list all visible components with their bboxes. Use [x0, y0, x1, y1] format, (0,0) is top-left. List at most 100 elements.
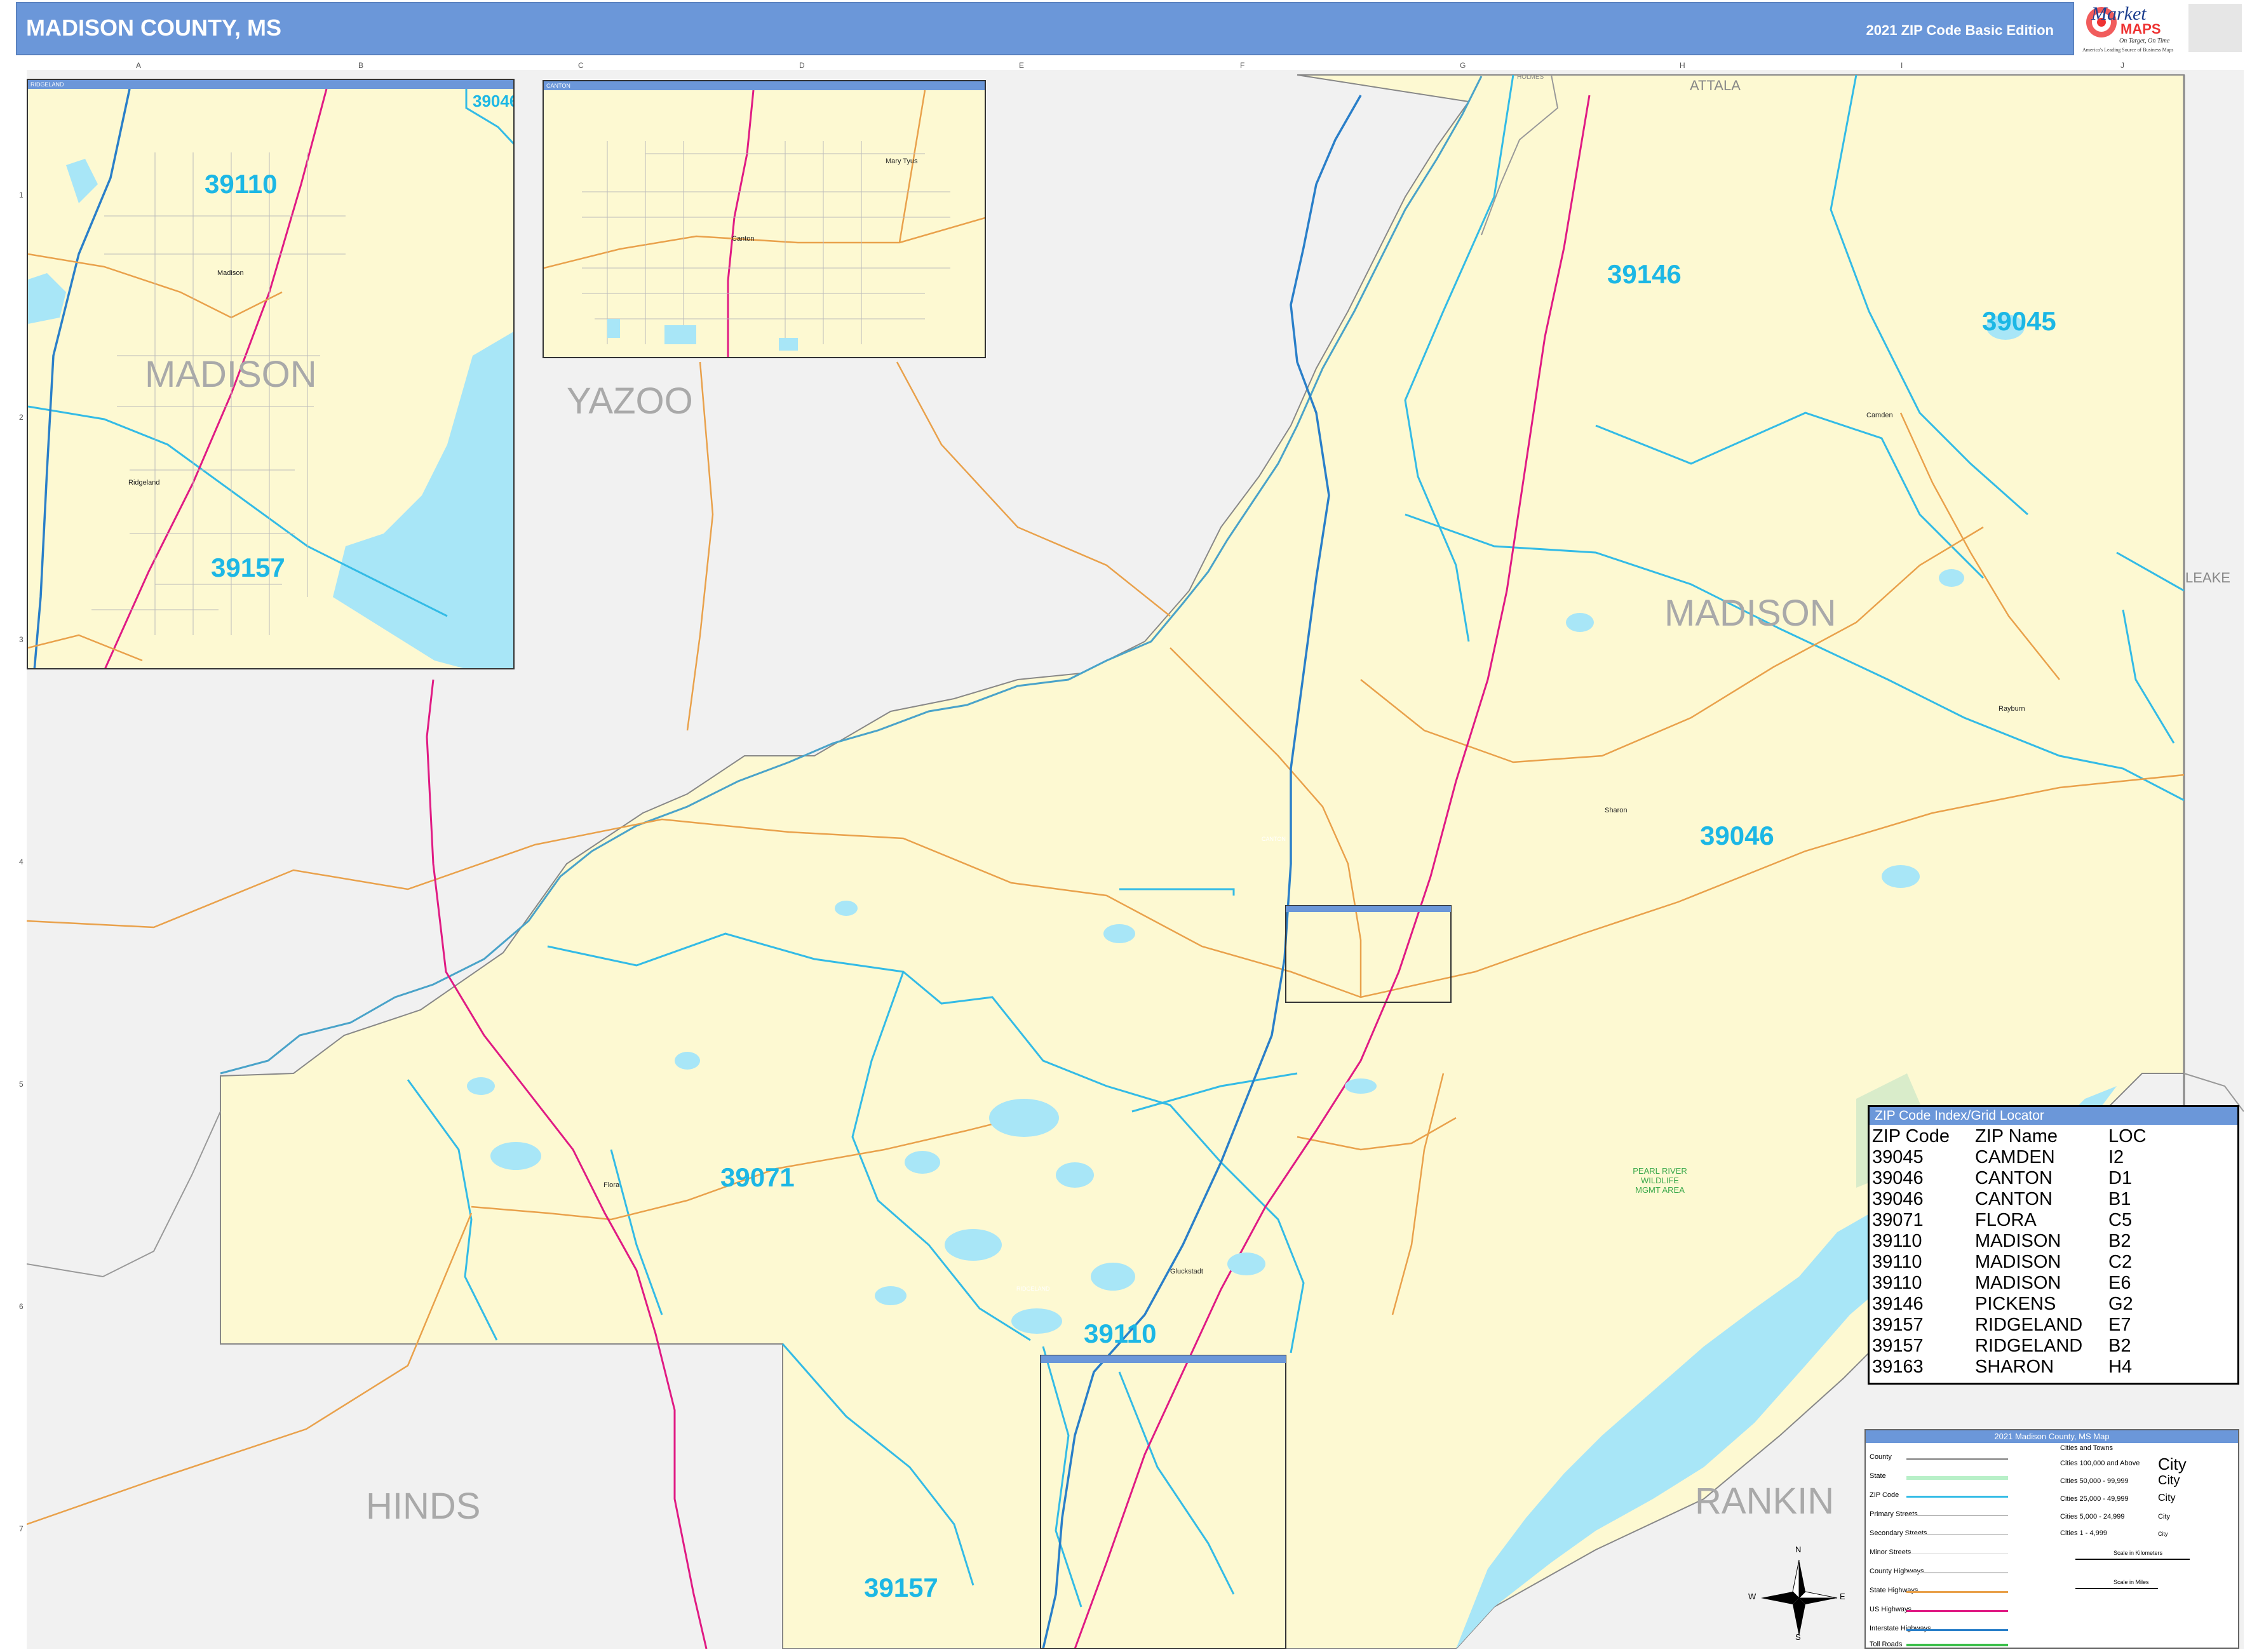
inset-zip-39110: 39110: [205, 169, 278, 199]
legend-city-sample: City: [2158, 1531, 2168, 1537]
inset-zip-39046: 39046: [473, 91, 515, 111]
zip-label-39146: 39146: [1607, 259, 1682, 289]
zip-index-header: ZIP Code ZIP Name LOC: [1872, 1126, 2147, 1147]
legend-title: 2021 Madison County, MS Map: [1866, 1430, 2238, 1443]
grid-row: 1: [19, 191, 24, 199]
table-row: 39045 CAMDEN I2: [1872, 1147, 2124, 1167]
inset-ridgeland: RIDGELAND 39110 39157 39046 MADISON Madi…: [27, 79, 515, 669]
table-row: 39071 FLORA C5: [1872, 1210, 2133, 1230]
table-row: 39110 MADISON E6: [1872, 1273, 2131, 1293]
legend-item: State: [1870, 1472, 1886, 1480]
header-bar: MADISON COUNTY, MS 2021 ZIP Code Basic E…: [16, 2, 2074, 55]
legend-item: Interstate Highways: [1870, 1625, 1931, 1632]
compass-w: W: [1748, 1592, 1756, 1601]
inset-reservoir: [333, 332, 513, 668]
table-row: 39157 RIDGELAND E7: [1872, 1315, 2131, 1335]
ridgeland-box-label: RIDGELAND: [1016, 1286, 1050, 1292]
table-row: 39157 RIDGELAND B2: [1872, 1336, 2131, 1356]
svg-text:On Target, On Time: On Target, On Time: [2119, 37, 2170, 44]
legend-city-range: Cities 100,000 and Above: [2060, 1460, 2140, 1467]
legend-item: County: [1870, 1453, 1892, 1461]
inset-place-canton: Canton: [732, 235, 755, 243]
table-row: 39110 MADISON C2: [1872, 1252, 2133, 1272]
neighbor-label-attala: ATTALA: [1690, 77, 1741, 93]
inset-county-madison: MADISON: [145, 354, 317, 395]
logo-contact-box: [2188, 4, 2242, 52]
grid-col: C: [578, 61, 584, 70]
legend-scale-mi: Scale in Miles: [2114, 1579, 2149, 1585]
grid-row: 5: [19, 1080, 24, 1089]
grid-left: 1 2 3 4 5 6 7: [19, 70, 27, 1649]
inset-place-ridgeland: Ridgeland: [128, 479, 160, 487]
zip-label-39157: 39157: [864, 1573, 938, 1602]
legend-item: Toll Roads: [1870, 1641, 1903, 1648]
legend-item: Minor Streets: [1870, 1548, 1911, 1556]
zip-label-39071: 39071: [720, 1162, 795, 1192]
zip-index-table: ZIP Code Index/Grid Locator ZIP Code ZIP…: [1868, 1105, 2239, 1385]
header-zip: ZIP Code: [1872, 1126, 1950, 1146]
compass-s: S: [1795, 1632, 1801, 1642]
market-maps-logo: Market MAPS On Target, On Time America's…: [2076, 2, 2184, 55]
neighbor-label-rankin: RANKIN: [1695, 1481, 1835, 1522]
canton-box-label: CANTON: [1262, 836, 1286, 842]
zip-index-grid: ZIP Code ZIP Name LOC 39045 CAMDEN I2 3904…: [1872, 1126, 2147, 1378]
grid-col: F: [1240, 61, 1245, 70]
legend-item: US Highways: [1870, 1606, 1912, 1613]
grid-row: 4: [19, 857, 24, 866]
legend-item: ZIP Code: [1870, 1491, 1899, 1499]
place-camden: Camden: [1866, 412, 1893, 419]
edition-label: 2021 ZIP Code Basic Edition: [1866, 22, 2054, 38]
legend-city-range: Cities 25,000 - 49,999: [2060, 1495, 2129, 1503]
compass-e: E: [1840, 1592, 1845, 1601]
zip-index-title: ZIP Code Index/Grid Locator: [1870, 1107, 2237, 1125]
header-loc: LOC: [2108, 1126, 2147, 1146]
legend-item: Primary Streets: [1870, 1510, 1918, 1518]
grid-row: 6: [19, 1302, 24, 1311]
grid-col: H: [1680, 61, 1685, 70]
svg-text:MAPS: MAPS: [2120, 21, 2161, 37]
inset-ridgeland-titlebar: RIDGELAND: [28, 80, 513, 89]
pearl-river-wma: PEARL RIVER WILDLIFE MGMT AREA: [1633, 1166, 1687, 1195]
grid-col: A: [136, 61, 142, 70]
place-sharon: Sharon: [1605, 807, 1628, 814]
compass-n: N: [1795, 1545, 1802, 1554]
neighbor-label-leake: LEAKE: [2185, 570, 2230, 586]
legend-city-sample: City: [2158, 1454, 2187, 1474]
zip-label-39046: 39046: [1700, 821, 1774, 850]
svg-text:America's Leading Source of Bu: America's Leading Source of Business Map…: [2082, 47, 2173, 53]
legend-city-range: Cities 1 - 4,999: [2060, 1529, 2107, 1537]
place-gluckstadt: Gluckstadt: [1170, 1268, 1203, 1275]
table-row: 39046 CANTON B1: [1872, 1189, 2131, 1209]
zip-label-39110: 39110: [1084, 1319, 1157, 1348]
grid-col: J: [2120, 61, 2124, 70]
table-row: 39146 PICKENS G2: [1872, 1294, 2133, 1314]
place-rayburn: Rayburn: [1999, 705, 2025, 713]
grid-col: I: [1901, 61, 1903, 70]
zip-label-39045: 39045: [1982, 306, 2056, 336]
place-flora: Flora: [603, 1181, 620, 1189]
header-name: ZIP Name: [1975, 1126, 2058, 1146]
grid-top: A B C D E F G H I J: [27, 61, 2244, 70]
legend-item: County Highways: [1870, 1568, 1924, 1575]
legend-city-sample: City: [2158, 1513, 2170, 1521]
inset-place-madison: Madison: [217, 269, 244, 277]
neighbor-label-hinds: HINDS: [366, 1486, 481, 1527]
map-legend: 2021 Madison County, MS Map County State…: [1864, 1429, 2239, 1649]
grid-row: 7: [19, 1524, 24, 1533]
legend-city-sample: City: [2158, 1474, 2180, 1487]
grid-row: 3: [19, 635, 24, 644]
legend-item: Secondary Streets: [1870, 1529, 1927, 1537]
grid-col: E: [1019, 61, 1025, 70]
inset-place-mary-tyus: Mary Tyus: [886, 158, 918, 165]
inset-zip-39157: 39157: [211, 553, 285, 582]
table-row: 39046 CANTON D1: [1872, 1168, 2133, 1188]
inset-canton: CANTON Canton Mary Tyus: [543, 80, 986, 358]
map-title: MADISON COUNTY, MS: [26, 15, 282, 41]
grid-col: B: [358, 61, 364, 70]
table-row: 39110 MADISON B2: [1872, 1231, 2131, 1251]
inset-canton-titlebar: CANTON: [544, 81, 985, 90]
grid-col: D: [799, 61, 805, 70]
neighbor-label-holmes: HOLMES: [1517, 74, 1544, 81]
legend-cities-header: Cities and Towns: [2060, 1444, 2113, 1452]
county-label-madison: MADISON: [1664, 593, 1837, 634]
